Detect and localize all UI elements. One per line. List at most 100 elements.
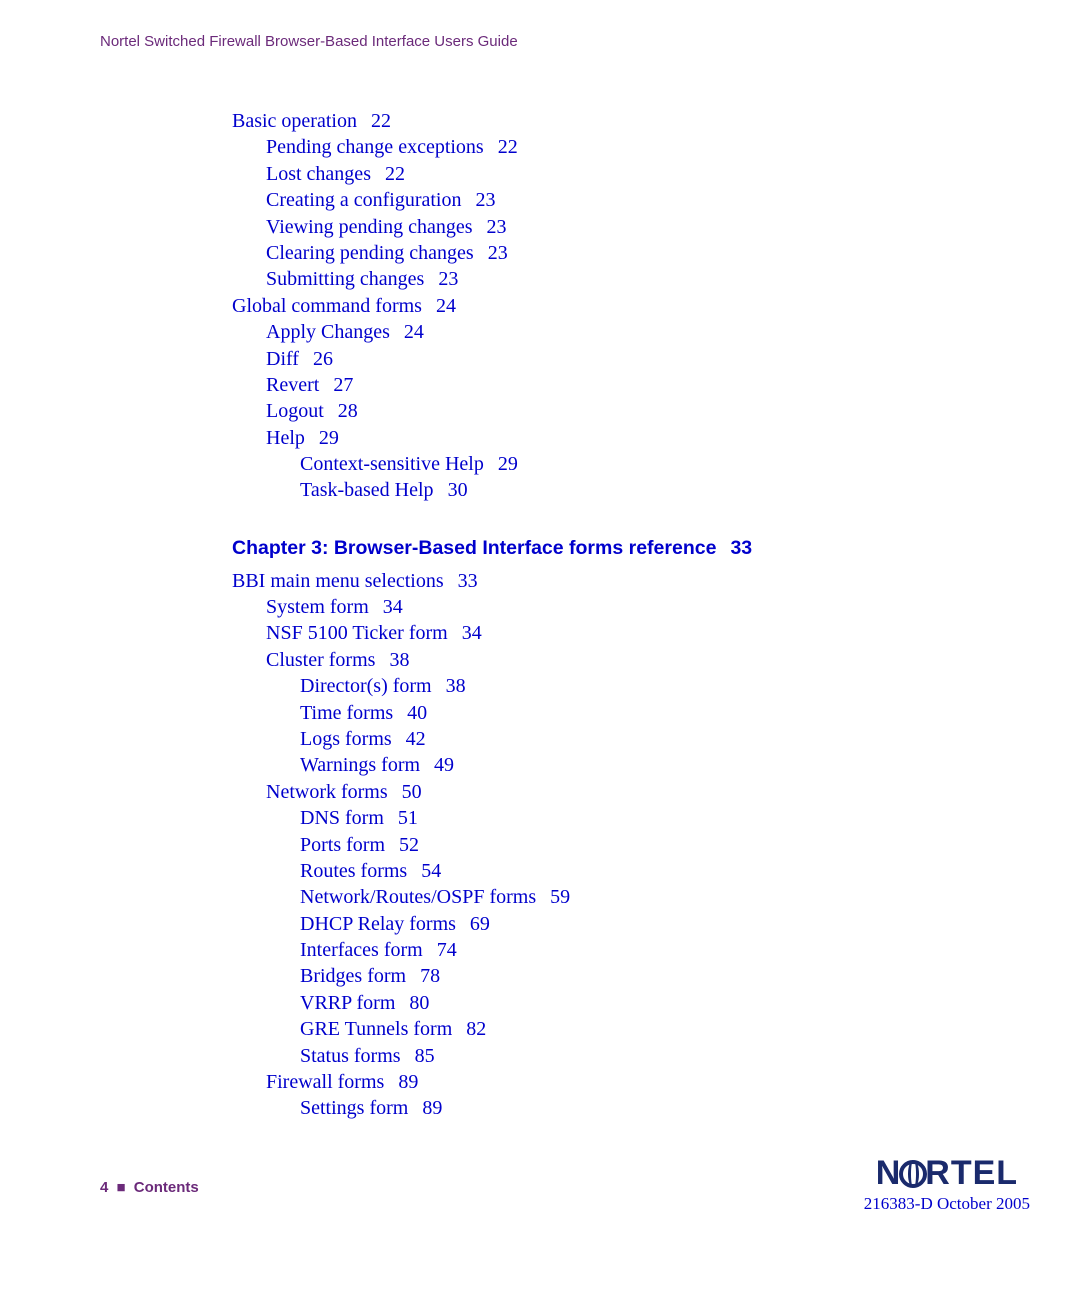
toc-entry-page: 85 [415, 1045, 435, 1067]
toc-entry-page: 51 [398, 807, 418, 829]
toc-entry-title: Logs forms [300, 728, 392, 750]
toc-entry[interactable]: Clearing pending changes23 [266, 240, 980, 266]
globe-icon [899, 1160, 927, 1188]
toc-entry[interactable]: Time forms40 [300, 700, 980, 726]
toc-entry-page: 80 [409, 992, 429, 1014]
toc-entry-page: 26 [313, 348, 333, 370]
toc-entry-page: 23 [487, 216, 507, 238]
footer-bullet-icon: ■ [117, 1179, 126, 1196]
toc-entry[interactable]: DNS form 51 [300, 805, 980, 831]
footer-left: 4 ■ Contents [100, 1179, 199, 1196]
toc-entry[interactable]: Diff 26 [266, 346, 980, 372]
toc-entry-title: GRE Tunnels form [300, 1018, 452, 1040]
nortel-logo: NRTEL [864, 1156, 1030, 1190]
toc-entry-title: Cluster forms [266, 649, 375, 671]
toc-entry-page: 28 [338, 400, 358, 422]
toc-chapter-heading[interactable]: Chapter 3: Browser-Based Interface forms… [232, 536, 980, 562]
toc-entry-title: Viewing pending changes [266, 216, 473, 238]
toc-entry-page: 24 [436, 295, 456, 317]
toc-entry-page: 34 [383, 596, 403, 618]
toc-entry[interactable]: Interfaces form 74 [300, 937, 980, 963]
toc-entry[interactable]: Network/Routes/OSPF forms 59 [300, 884, 980, 910]
toc-entry-title: System form [266, 596, 369, 618]
toc-entry[interactable]: Revert 27 [266, 372, 980, 398]
toc-entry[interactable]: VRRP form 80 [300, 990, 980, 1016]
toc-entry-title: VRRP form [300, 992, 395, 1014]
toc-entry-page: 27 [333, 374, 353, 396]
toc-entry[interactable]: BBI main menu selections 33 [232, 568, 980, 594]
toc-entry[interactable]: Bridges form78 [300, 963, 980, 989]
toc-entry[interactable]: Basic operation22 [232, 108, 980, 134]
toc-entry-page: 69 [470, 913, 490, 935]
toc-entry[interactable]: Settings form89 [300, 1095, 980, 1121]
toc-entry-page: 54 [421, 860, 441, 882]
toc-entry-page: 24 [404, 321, 424, 343]
toc-entry-title: Revert [266, 374, 319, 396]
toc-entry[interactable]: Pending change exceptions 22 [266, 134, 980, 160]
toc-entry[interactable]: Status forms 85 [300, 1043, 980, 1069]
toc-entry-title: DNS form [300, 807, 384, 829]
running-header: Nortel Switched Firewall Browser-Based I… [100, 33, 980, 50]
toc-entry-page: 89 [422, 1097, 442, 1119]
toc-entry[interactable]: Viewing pending changes 23 [266, 214, 980, 240]
toc-entry-title: Firewall forms [266, 1071, 384, 1093]
toc-entry[interactable]: NSF 5100 Ticker form 34 [266, 620, 980, 646]
toc-entry-page: 34 [462, 622, 482, 644]
toc-entry-title: Network/Routes/OSPF forms [300, 886, 536, 908]
toc-entry-page: 74 [437, 939, 457, 961]
toc-entry-page: 59 [550, 886, 570, 908]
toc-entry-page: 78 [420, 965, 440, 987]
toc-chapter-page: 33 [730, 537, 752, 559]
toc-entry[interactable]: Help 29 [266, 425, 980, 451]
toc-entry-title: Submitting changes [266, 268, 424, 290]
toc-entry-title: Diff [266, 348, 299, 370]
toc-entry-title: Interfaces form [300, 939, 423, 961]
toc-entry[interactable]: Network forms50 [266, 779, 980, 805]
toc-entry-title: Time forms [300, 702, 393, 724]
toc-entry-title: Pending change exceptions [266, 136, 484, 158]
toc-entry[interactable]: Firewall forms 89 [266, 1069, 980, 1095]
toc-entry-page: 23 [438, 268, 458, 290]
toc-entry[interactable]: Creating a configuration23 [266, 187, 980, 213]
toc-entry-page: 89 [398, 1071, 418, 1093]
toc-chapter-title: Chapter 3: Browser-Based Interface forms… [232, 537, 716, 559]
toc-entry[interactable]: Global command forms24 [232, 293, 980, 319]
toc-entry-title: NSF 5100 Ticker form [266, 622, 448, 644]
toc-entry[interactable]: Logs forms42 [300, 726, 980, 752]
toc-entry-title: Context-sensitive Help [300, 453, 484, 475]
toc-entry-page: 29 [498, 453, 518, 475]
toc-entry-page: 52 [399, 834, 419, 856]
toc-entry-title: Routes forms [300, 860, 407, 882]
footer-page-number: 4 [100, 1179, 108, 1196]
toc-entry-title: Network forms [266, 781, 388, 803]
toc-entry[interactable]: DHCP Relay forms 69 [300, 911, 980, 937]
toc-entry-title: Apply Changes [266, 321, 390, 343]
toc-entry-title: DHCP Relay forms [300, 913, 456, 935]
toc-entry[interactable]: Ports form52 [300, 832, 980, 858]
table-of-contents: Basic operation22Pending change exceptio… [232, 108, 980, 1122]
toc-entry[interactable]: Context-sensitive Help 29 [300, 451, 980, 477]
toc-entry-title: BBI main menu selections [232, 570, 444, 592]
toc-entry-title: Status forms [300, 1045, 401, 1067]
toc-entry-title: Help [266, 427, 305, 449]
toc-entry[interactable]: Apply Changes 24 [266, 319, 980, 345]
toc-entry[interactable]: Warnings form49 [300, 752, 980, 778]
toc-entry[interactable]: Director(s) form38 [300, 673, 980, 699]
toc-entry[interactable]: GRE Tunnels form82 [300, 1016, 980, 1042]
footer-section: Contents [134, 1179, 199, 1196]
toc-entry-title: Logout [266, 400, 324, 422]
toc-entry-page: 22 [371, 110, 391, 132]
toc-entry[interactable]: Lost changes22 [266, 161, 980, 187]
toc-entry-page: 33 [458, 570, 478, 592]
toc-entry[interactable]: Logout 28 [266, 398, 980, 424]
toc-entry-page: 30 [448, 479, 468, 501]
toc-entry-page: 29 [319, 427, 339, 449]
toc-entry[interactable]: Routes forms 54 [300, 858, 980, 884]
toc-entry-page: 38 [389, 649, 409, 671]
toc-entry-page: 22 [498, 136, 518, 158]
toc-entry[interactable]: Task-based Help 30 [300, 477, 980, 503]
toc-entry[interactable]: Cluster forms 38 [266, 647, 980, 673]
toc-entry[interactable]: System form 34 [266, 594, 980, 620]
toc-entry[interactable]: Submitting changes 23 [266, 266, 980, 292]
toc-entry-title: Task-based Help [300, 479, 434, 501]
